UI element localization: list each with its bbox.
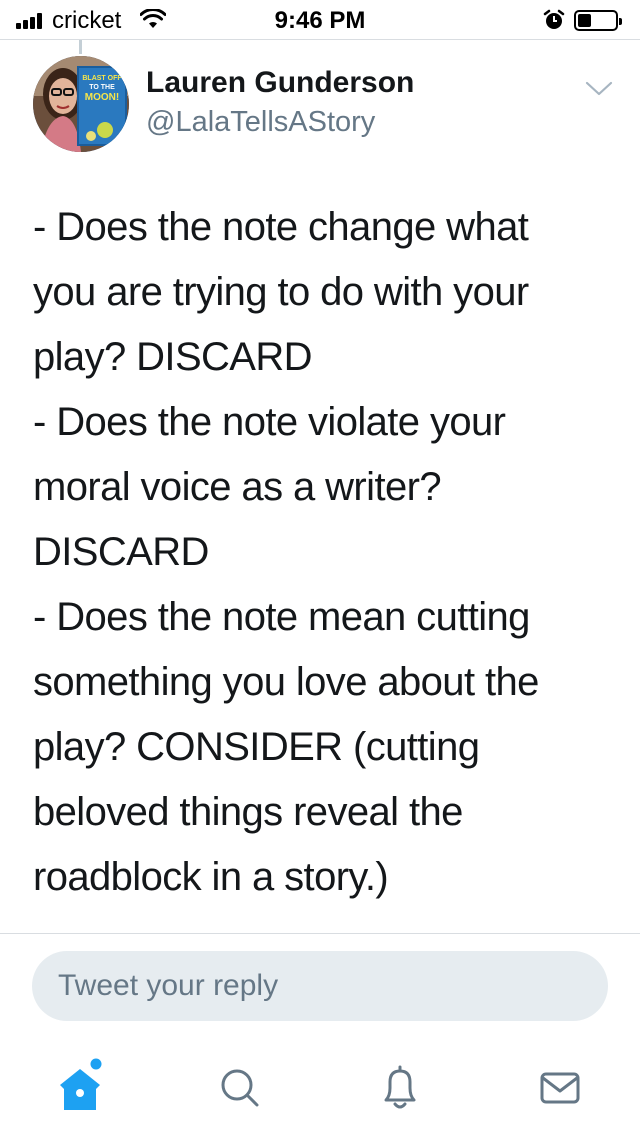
bell-icon <box>384 1065 416 1109</box>
tweet-text-line: moral voice as a writer? <box>33 465 442 509</box>
search-icon <box>221 1069 259 1107</box>
tweet-text-line: something you love about the <box>33 660 539 704</box>
thread-connector-line <box>79 40 82 54</box>
avatar-photo <box>33 56 129 152</box>
tweet-text-line: - Does the note violate your <box>33 400 506 444</box>
notification-dot <box>90 1058 102 1070</box>
tweet-text-line: play? CONSIDER (cutting <box>33 725 480 769</box>
avatar-book-cover-text: BLAST OFF TO THE MOON! <box>82 75 122 103</box>
author-name[interactable]: Lauren Gunderson <box>146 66 414 100</box>
tab-home[interactable] <box>50 1058 110 1118</box>
tab-notifications[interactable] <box>370 1058 430 1118</box>
tweet-text-line: - Does the note mean cutting <box>33 595 530 639</box>
divider <box>0 933 640 934</box>
chevron-down-icon[interactable] <box>582 74 616 102</box>
tweet-text-line: play? DISCARD <box>33 335 313 379</box>
tweet-text: - Does the note change what you are tryi… <box>33 195 613 910</box>
reply-placeholder: Tweet your reply <box>58 969 279 1002</box>
tab-messages[interactable] <box>530 1058 590 1118</box>
avatar[interactable]: BLAST OFF TO THE MOON! <box>33 56 129 152</box>
alarm-clock-icon <box>543 9 565 29</box>
tweet-text-line: - Does the note change what <box>33 205 529 249</box>
status-bar: cricket 9:46 PM <box>0 0 640 40</box>
tweet-text-line: roadblock in a story.) <box>33 855 389 899</box>
tab-search[interactable] <box>210 1058 270 1118</box>
battery-icon <box>574 10 622 31</box>
mail-icon <box>540 1072 580 1104</box>
reply-input[interactable]: Tweet your reply <box>32 951 608 1021</box>
tweet-text-line: beloved things reveal the <box>33 790 463 834</box>
tweet-text-line: you are trying to do with your <box>33 270 529 314</box>
author-handle[interactable]: @LalaTellsAStory <box>146 106 375 139</box>
tab-bar <box>0 1040 640 1136</box>
home-icon <box>60 1058 102 1110</box>
tweet-text-line: DISCARD <box>33 530 209 574</box>
